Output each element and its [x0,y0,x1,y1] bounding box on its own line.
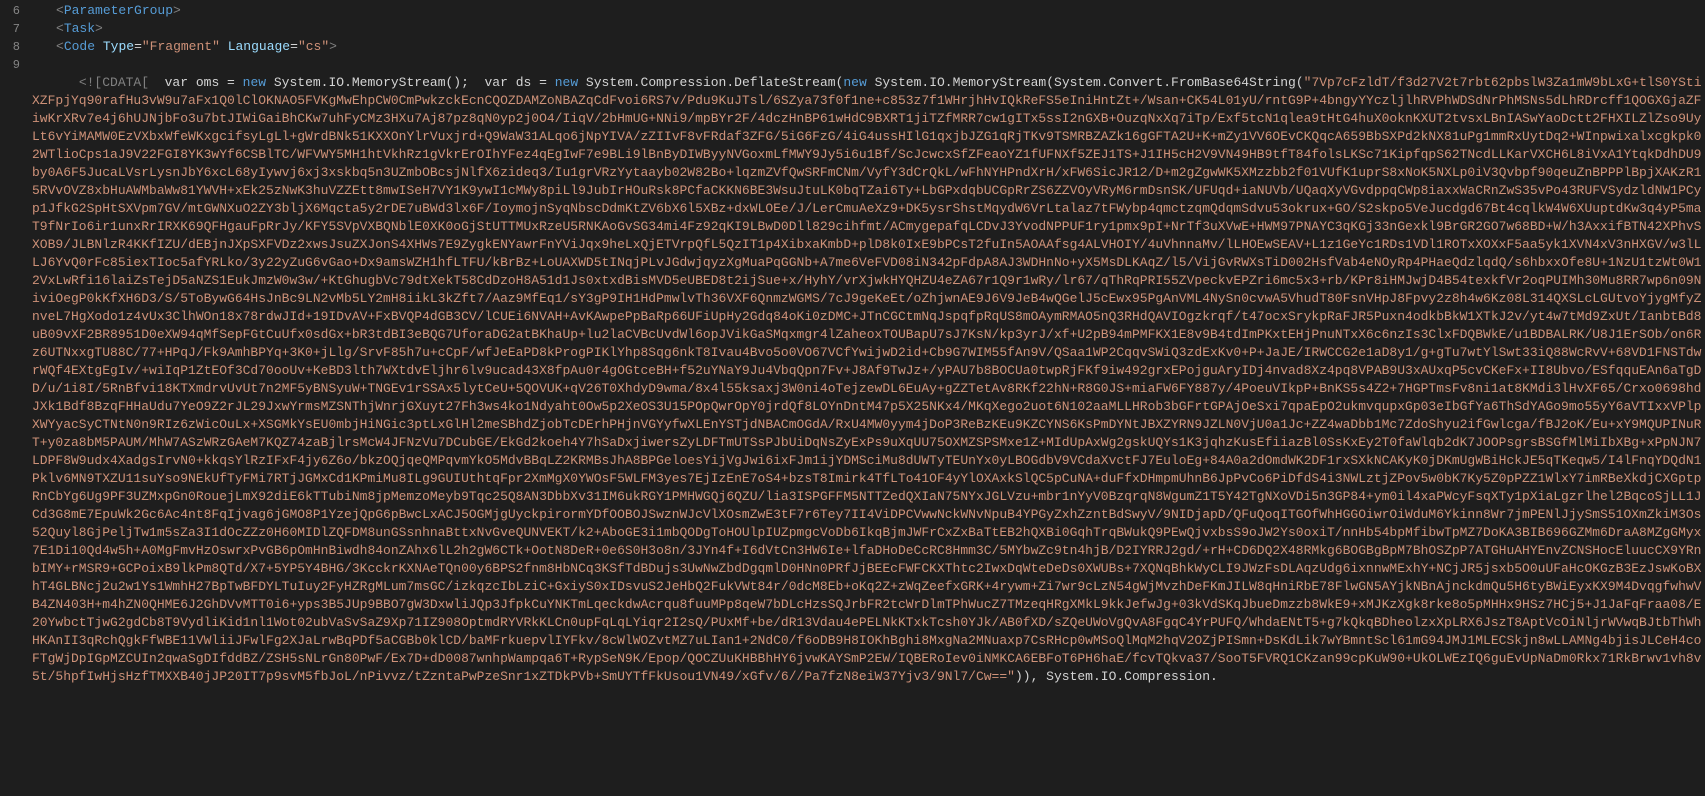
line-number: 8 [0,38,20,56]
xml-open-tag: <Task> [32,20,1705,38]
xml-open-tag-code: <Code Type="Fragment" Language="cs"> [32,38,1705,56]
line-number-gutter: 6 7 8 9 [0,0,28,796]
line-number: 6 [0,2,20,20]
line-number: 7 [0,20,20,38]
code-editor[interactable]: 6 7 8 9 <ParameterGroup> <Task> <Code Ty… [0,0,1705,796]
line-number: 9 [0,56,20,74]
xml-open-tag: <ParameterGroup> [32,2,1705,20]
code-content[interactable]: <ParameterGroup> <Task> <Code Type="Frag… [28,0,1705,796]
cdata-code-line: <![CDATA[ var oms = new System.IO.Memory… [32,56,1705,704]
